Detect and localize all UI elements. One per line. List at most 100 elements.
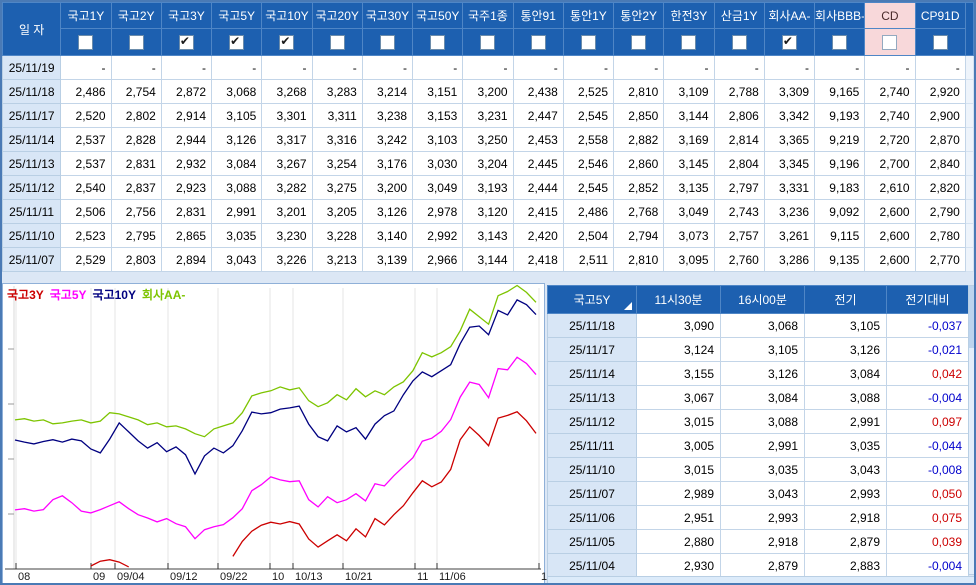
detail-header-row: 국고5Y 11시30분 16시00분 전기 전기대비	[547, 285, 969, 314]
rate-cell: 3,242	[361, 127, 414, 152]
column-header-국고50Y[interactable]: 국고50Y	[412, 2, 464, 29]
column-checkbox-국고1Y[interactable]	[78, 34, 94, 50]
rate-cell: 3,095	[663, 247, 715, 272]
rate-cell: 2,447	[512, 103, 564, 128]
value-1600-cell: 3,088	[720, 409, 805, 434]
detail-row: 25/11/10 3,015 3,035 3,043 -0,008	[547, 457, 969, 482]
rate-cell: -	[713, 55, 765, 80]
column-header-국고5Y[interactable]: 국고5Y	[211, 2, 263, 29]
checkbox-cell-국고30Y	[361, 28, 414, 56]
column-checkbox-국고50Y[interactable]	[430, 34, 446, 50]
column-checkbox-국고5Y[interactable]	[229, 34, 245, 50]
column-checkbox-통안91[interactable]	[530, 34, 546, 50]
rate-cell: 2,546	[562, 151, 615, 176]
rate-cell: 2,814	[713, 127, 765, 152]
column-checkbox-국고2Y[interactable]	[128, 34, 144, 50]
table-row: 25/11/11 2,506 2,756 2,831 2,991 3,201 3,205 3,…	[2, 199, 974, 224]
rate-cell: 2,743	[713, 199, 765, 224]
detail-date-cell: 25/11/05	[547, 529, 637, 554]
rate-cell: 3,228	[311, 223, 363, 248]
column-header-국고2Y[interactable]: 국고2Y	[110, 2, 162, 29]
column-header-국주1종[interactable]: 국주1종	[462, 2, 514, 29]
rate-cell: 3,109	[663, 79, 715, 104]
rate-cell: 3,238	[361, 103, 414, 128]
detail-horizontal-scrollbar[interactable]	[547, 576, 974, 583]
prev-value-cell: 3,126	[804, 337, 887, 362]
detail-column-header-국고5Y[interactable]: 국고5Y	[547, 285, 637, 314]
column-checkbox-CD[interactable]	[882, 34, 898, 50]
date-column-header[interactable]: 일 자	[2, 2, 62, 56]
checkbox-cell-CP91D	[914, 28, 966, 56]
column-header-CD[interactable]: CD	[864, 2, 916, 29]
column-checkbox-회사AA-[interactable]	[781, 34, 797, 50]
detail-date-cell: 25/11/07	[547, 481, 637, 506]
column-header-회사AA-[interactable]: 회사AA-	[763, 2, 816, 29]
rate-cell: 9,135	[814, 247, 866, 272]
rate-cell: 2,794	[613, 223, 665, 248]
detail-date-cell: 25/11/06	[547, 505, 637, 530]
detail-column-header-전기대비[interactable]: 전기대비	[886, 285, 969, 314]
detail-date-cell: 25/11/12	[547, 409, 637, 434]
column-header-CP91D[interactable]: CP91D	[914, 2, 966, 29]
column-checkbox-회사BBB-[interactable]	[832, 34, 848, 50]
rate-cell: 3,301	[261, 103, 313, 128]
column-checkbox-CP91D[interactable]	[932, 34, 948, 50]
table-row: 25/11/10 2,523 2,795 2,865 3,035 3,230 3,228 3,…	[2, 223, 974, 248]
prev-value-cell: 3,035	[804, 433, 887, 458]
detail-column-header-11시30분[interactable]: 11시30분	[636, 285, 721, 314]
detail-column-header-16시00분[interactable]: 16시00분	[720, 285, 805, 314]
column-header-한전3Y[interactable]: 한전3Y	[663, 2, 715, 29]
column-checkbox-국고3Y[interactable]	[178, 34, 194, 50]
detail-panel: 국고5Y 11시30분 16시00분 전기 전기대비 25/11/18 3,090 3,06…	[547, 285, 974, 583]
rate-cell: 3,283	[311, 79, 363, 104]
detail-vertical-scrollbar[interactable]	[968, 285, 974, 575]
column-header-산금1Y[interactable]: 산금1Y	[713, 2, 765, 29]
value-1130-cell: 3,005	[636, 433, 721, 458]
value-1600-cell: 3,035	[720, 457, 805, 482]
checkbox-cell-CD	[864, 28, 916, 56]
rate-cell: 2,894	[160, 247, 213, 272]
column-checkbox-통안2Y[interactable]	[631, 34, 647, 50]
column-header-통안91[interactable]: 통안91	[512, 2, 564, 29]
rate-cell: 2,444	[512, 175, 564, 200]
rate-cell: 2,831	[110, 151, 162, 176]
rate-cell: 2,545	[562, 103, 615, 128]
x-axis-label: 09/12	[170, 571, 198, 583]
detail-column-header-전기[interactable]: 전기	[804, 285, 887, 314]
rate-cell: 3,205	[311, 199, 363, 224]
rate-cell: 2,537	[60, 127, 112, 152]
checkbox-cell-국고2Y	[110, 28, 162, 56]
column-checkbox-국고10Y[interactable]	[279, 34, 295, 50]
rate-cell: 3,230	[261, 223, 313, 248]
rate-cell: 2,558	[562, 127, 615, 152]
column-checkbox-국주1종[interactable]	[480, 34, 496, 50]
value-1600-cell: 3,105	[720, 337, 805, 362]
detail-row: 25/11/13 3,067 3,084 3,088 -0,004	[547, 385, 969, 410]
column-header-통안2Y[interactable]: 통안2Y	[613, 2, 665, 29]
table-row: 25/11/18 2,486 2,754 2,872 3,068 3,268 3,283 3,…	[2, 79, 974, 104]
yield-chart	[5, 284, 541, 570]
column-checkbox-한전3Y[interactable]	[681, 34, 697, 50]
column-header-국고30Y[interactable]: 국고30Y	[361, 2, 414, 29]
scrollbar-thumb[interactable]	[969, 286, 974, 348]
x-axis-label: 08	[18, 571, 31, 583]
column-checkbox-통안1Y[interactable]	[580, 34, 596, 50]
column-header-회사BBB-[interactable]: 회사BBB-	[814, 2, 866, 29]
column-header-국고20Y[interactable]: 국고20Y	[311, 2, 363, 29]
column-checkbox-국고20Y[interactable]	[329, 34, 345, 50]
rate-cell: 2,610	[864, 175, 916, 200]
rate-cell: 2,486	[60, 79, 112, 104]
rate-cell: 2,860	[613, 151, 665, 176]
column-header-국고1Y[interactable]: 국고1Y	[60, 2, 112, 29]
change-cell: -0,037	[886, 313, 969, 338]
rate-cell: 3,275	[311, 175, 363, 200]
header-checkbox-row	[3, 28, 974, 56]
rate-cell: 3,120	[462, 199, 514, 224]
column-checkbox-산금1Y[interactable]	[731, 34, 747, 50]
rate-cell: -	[814, 55, 866, 80]
column-checkbox-국고30Y[interactable]	[379, 34, 395, 50]
column-header-통안1Y[interactable]: 통안1Y	[562, 2, 615, 29]
column-header-국고10Y[interactable]: 국고10Y	[261, 2, 313, 29]
rate-cell: 2,795	[110, 223, 162, 248]
column-header-국고3Y[interactable]: 국고3Y	[160, 2, 213, 29]
